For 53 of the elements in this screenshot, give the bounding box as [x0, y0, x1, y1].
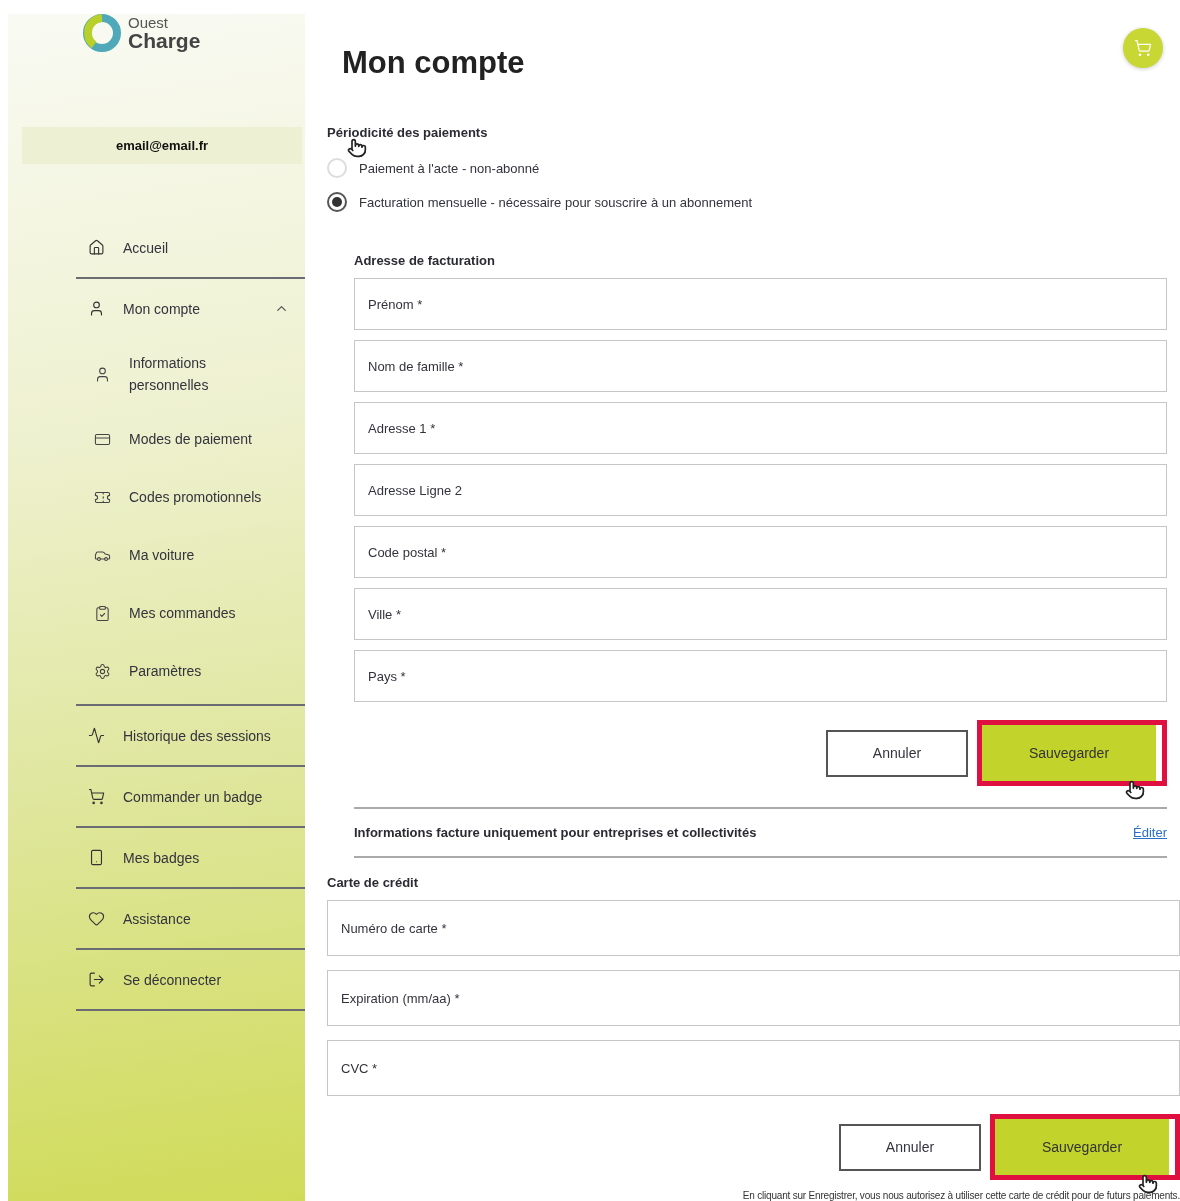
home-icon	[88, 239, 105, 256]
heart-icon	[88, 910, 105, 927]
nav-item[interactable]: Se déconnecter	[76, 950, 305, 1009]
nav-item[interactable]: Commander un badge	[76, 767, 305, 826]
input-field[interactable]: Adresse 1 *	[354, 402, 1167, 454]
radio-label: Facturation mensuelle - nécessaire pour souscrire à un abonnement	[359, 194, 753, 210]
input-field[interactable]: Nom de famille *	[354, 340, 1167, 392]
nav-item[interactable]: Historique des sessions	[76, 706, 305, 765]
nav-item[interactable]: Accueil	[76, 218, 305, 277]
radio-button[interactable]	[327, 192, 347, 212]
input-field[interactable]: CVC *	[327, 1040, 1180, 1096]
input-field[interactable]: Code postal *	[354, 526, 1167, 578]
pulse-icon	[88, 727, 105, 744]
nav-item[interactable]: Mes badges	[76, 828, 305, 887]
input-field[interactable]: Pays *	[354, 650, 1167, 702]
nav-item[interactable]: Mon compte	[76, 279, 305, 338]
nav-subitem[interactable]: Codes promotionnels	[76, 468, 305, 526]
section-heading: Adresse de facturation	[354, 253, 496, 268]
save-button[interactable]: Sauvegarder	[995, 1119, 1169, 1175]
logo-text: Ouest	[128, 15, 170, 30]
cart-icon	[88, 788, 105, 805]
cancel-button[interactable]: Annuler	[839, 1123, 981, 1171]
input-field[interactable]: Adresse Ligne 2	[354, 464, 1167, 516]
gear-icon	[94, 662, 111, 680]
save-button[interactable]: Sauvegarder	[982, 725, 1156, 781]
radio-label: Paiement à l'acte - non-abonné	[359, 160, 540, 176]
page-title: Mon compte	[342, 45, 525, 81]
edit-link[interactable]: Éditer	[1133, 825, 1167, 840]
user-email: email@email.fr	[22, 127, 302, 164]
cancel-button[interactable]: Annuler	[826, 729, 968, 777]
user-icon	[88, 300, 105, 317]
phone-icon	[88, 849, 105, 866]
info-label: Informations facture uniquement pour entreprises et collectivités	[354, 825, 757, 840]
clipboard-icon	[94, 604, 111, 622]
nav-subitem[interactable]: Modes de paiement	[76, 410, 305, 468]
hand-cursor-icon	[347, 138, 367, 158]
nav-subitem[interactable]: Informations personnelles	[76, 338, 305, 410]
section-heading: Carte de crédit	[327, 875, 420, 890]
logout-icon	[88, 971, 105, 988]
input-field[interactable]: Expiration (mm/aa) *	[327, 970, 1180, 1026]
input-field[interactable]: Prénom *	[354, 278, 1167, 330]
consent-note: En cliquant sur Enregistrer, vous nous autorisez à utiliser cette carte de crédit pour de futurs paiements.	[741, 1190, 1180, 1201]
input-field[interactable]: Numéro de carte *	[327, 900, 1180, 956]
user-icon	[94, 365, 111, 383]
nav-item[interactable]: Assistance	[76, 889, 305, 948]
cart-icon	[1134, 39, 1152, 57]
input-field[interactable]: Ville *	[354, 588, 1167, 640]
logo-text: Charge	[128, 30, 201, 51]
nav-subitem[interactable]: Paramètres	[76, 642, 305, 700]
nav-subitem[interactable]: Mes commandes	[76, 584, 305, 642]
logo-icon	[82, 13, 122, 53]
nav-subitem[interactable]: Ma voiture	[76, 526, 305, 584]
section-heading: Périodicité des paiements	[327, 125, 489, 140]
